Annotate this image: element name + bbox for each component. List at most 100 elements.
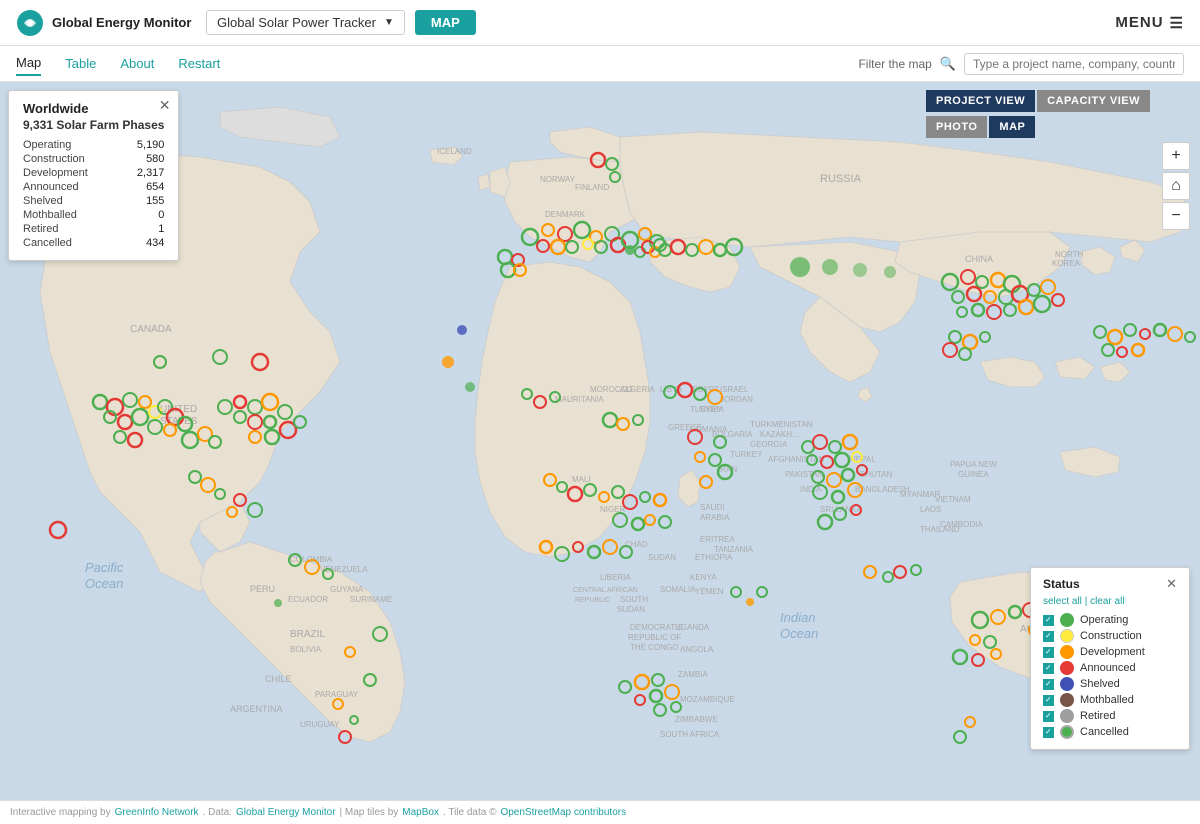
legend-close-button[interactable]: ✕ — [1166, 576, 1177, 592]
zoom-home-button[interactable]: ⌂ — [1162, 172, 1190, 200]
svg-text:REPUBLIC: REPUBLIC — [575, 597, 610, 604]
svg-text:SUDAN: SUDAN — [617, 605, 645, 614]
footer: Interactive mapping by GreenInfo Network… — [0, 800, 1200, 824]
nav-map[interactable]: Map — [16, 51, 41, 76]
footer-text: Interactive mapping by — [10, 807, 111, 818]
view-row-2: PHOTO MAP — [926, 116, 1150, 138]
legend-checkbox-retired[interactable] — [1043, 711, 1054, 722]
svg-text:NEPAL: NEPAL — [850, 455, 876, 464]
svg-text:JORDAN: JORDAN — [720, 395, 753, 404]
zoom-controls: + ⌂ − — [1162, 142, 1190, 230]
svg-text:THE CONGO: THE CONGO — [630, 643, 678, 652]
info-panel-close-button[interactable]: ✕ — [159, 97, 171, 114]
legend-label-shelved: Shelved — [1080, 678, 1120, 690]
svg-text:ERITREA: ERITREA — [700, 535, 735, 544]
stat-development: Development 2,317 — [23, 166, 164, 180]
legend-checkbox-mothballed[interactable] — [1043, 695, 1054, 706]
legend-title: Status — [1043, 577, 1080, 591]
svg-text:YEMEN: YEMEN — [695, 587, 724, 596]
legend-item-cancelled[interactable]: Cancelled — [1043, 725, 1177, 739]
svg-text:FINLAND: FINLAND — [575, 183, 609, 192]
nav-restart[interactable]: Restart — [178, 52, 220, 75]
svg-text:MAURITANIA: MAURITANIA — [555, 395, 604, 404]
svg-text:GUYANA: GUYANA — [330, 585, 364, 594]
footer-greeninfo-link[interactable]: GreenInfo Network — [115, 807, 199, 818]
search-input[interactable] — [964, 53, 1184, 75]
view-buttons: PROJECT VIEW CAPACITY VIEW PHOTO MAP — [926, 90, 1150, 138]
stat-construction: Construction 580 — [23, 152, 164, 166]
map-button[interactable]: MAP — [989, 116, 1035, 138]
project-view-button[interactable]: PROJECT VIEW — [926, 90, 1035, 112]
svg-text:PARAGUAY: PARAGUAY — [315, 690, 359, 699]
search-icon: 🔍 — [940, 56, 956, 72]
legend-item-construction[interactable]: Construction — [1043, 629, 1177, 643]
zoom-out-button[interactable]: − — [1162, 202, 1190, 230]
legend-dot-mothballed — [1060, 693, 1074, 707]
legend-item-retired[interactable]: Retired — [1043, 709, 1177, 723]
legend-title-row: Status ✕ — [1043, 576, 1177, 592]
photo-button[interactable]: PHOTO — [926, 116, 987, 138]
legend-checkbox-cancelled[interactable] — [1043, 727, 1054, 738]
nav-bar: Map Table About Restart Filter the map 🔍 — [0, 46, 1200, 82]
legend-dot-development — [1060, 645, 1074, 659]
legend-checkbox-announced[interactable] — [1043, 663, 1054, 674]
map-tab-button[interactable]: MAP — [415, 10, 476, 35]
svg-text:SURINAME: SURINAME — [350, 595, 392, 604]
svg-text:MALI: MALI — [572, 475, 591, 484]
gem-logo-icon — [16, 9, 44, 37]
header: Global Energy Monitor Global Solar Power… — [0, 0, 1200, 46]
svg-text:Ocean: Ocean — [85, 576, 123, 591]
svg-text:KOREA: KOREA — [1052, 259, 1081, 268]
menu-button[interactable]: MENU ☰ — [1115, 14, 1184, 32]
legend-panel: Status ✕ select all | clear all Operatin… — [1030, 567, 1190, 750]
legend-select-all[interactable]: select all — [1043, 596, 1082, 607]
svg-text:URUGUAY: URUGUAY — [300, 720, 340, 729]
map-container[interactable]: Pacific Ocean Indian Ocean CANADA UNITED… — [0, 82, 1200, 800]
footer-gem-link[interactable]: Global Energy Monitor — [236, 807, 336, 818]
legend-item-operating[interactable]: Operating — [1043, 613, 1177, 627]
svg-text:ARGENTINA: ARGENTINA — [230, 704, 283, 714]
legend-checkbox-construction[interactable] — [1043, 631, 1054, 642]
svg-text:REPUBLIC OF: REPUBLIC OF — [628, 633, 681, 642]
svg-text:CHAD: CHAD — [625, 540, 648, 549]
capacity-view-button[interactable]: CAPACITY VIEW — [1037, 90, 1150, 112]
svg-text:PERU: PERU — [250, 584, 275, 594]
svg-text:SUDAN: SUDAN — [648, 553, 676, 562]
legend-dot-cancelled — [1060, 725, 1074, 739]
svg-text:NORTH: NORTH — [1055, 250, 1084, 259]
footer-mapbox-link[interactable]: MapBox — [402, 807, 439, 818]
svg-text:Pacific: Pacific — [85, 560, 124, 575]
menu-label: MENU — [1115, 14, 1163, 31]
hamburger-icon: ☰ — [1170, 14, 1184, 32]
legend-label-mothballed: Mothballed — [1080, 694, 1134, 706]
legend-item-mothballed[interactable]: Mothballed — [1043, 693, 1177, 707]
legend-item-development[interactable]: Development — [1043, 645, 1177, 659]
legend-dot-operating — [1060, 613, 1074, 627]
legend-dot-construction — [1060, 629, 1074, 643]
stat-shelved: Shelved 155 — [23, 194, 164, 208]
svg-text:ZAMBIA: ZAMBIA — [678, 670, 708, 679]
svg-text:BOLIVIA: BOLIVIA — [290, 645, 322, 654]
legend-dot-shelved — [1060, 677, 1074, 691]
svg-text:Indian: Indian — [780, 610, 815, 625]
legend-item-shelved[interactable]: Shelved — [1043, 677, 1177, 691]
svg-text:UGANDA: UGANDA — [675, 623, 710, 632]
legend-checkbox-shelved[interactable] — [1043, 679, 1054, 690]
svg-text:ARABIA: ARABIA — [700, 513, 730, 522]
nav-about[interactable]: About — [120, 52, 154, 75]
legend-links: select all | clear all — [1043, 596, 1177, 607]
nav-table[interactable]: Table — [65, 52, 96, 75]
svg-text:DENMARK: DENMARK — [545, 210, 586, 219]
filter-area: Filter the map 🔍 — [858, 53, 1184, 75]
legend-clear-all[interactable]: clear all — [1090, 596, 1124, 607]
zoom-in-button[interactable]: + — [1162, 142, 1190, 170]
legend-checkbox-development[interactable] — [1043, 647, 1054, 658]
legend-item-announced[interactable]: Announced — [1043, 661, 1177, 675]
svg-text:Ocean: Ocean — [780, 626, 818, 641]
tracker-selector[interactable]: Global Solar Power Tracker ▼ — [206, 10, 405, 35]
footer-osm-link[interactable]: OpenStreetMap contributors — [500, 807, 626, 818]
stat-cancelled: Cancelled 434 — [23, 236, 164, 250]
svg-text:CANADA: CANADA — [130, 324, 172, 335]
svg-text:CHINA: CHINA — [965, 254, 993, 264]
legend-checkbox-operating[interactable] — [1043, 615, 1054, 626]
